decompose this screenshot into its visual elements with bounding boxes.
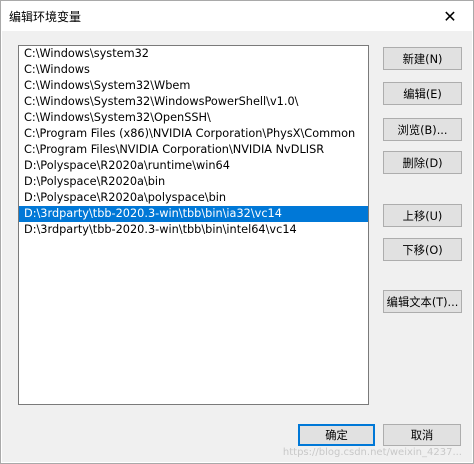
move-up-button[interactable]: 上移(U) bbox=[383, 204, 462, 227]
list-item[interactable]: C:\Windows\System32\OpenSSH\ bbox=[19, 110, 368, 126]
list-item[interactable]: D:\Polyspace\R2020a\bin bbox=[19, 174, 368, 190]
list-item[interactable]: C:\Program Files (x86)\NVIDIA Corporatio… bbox=[19, 126, 368, 142]
edit-env-var-dialog: 编辑环境变量 ✕ C:\Windows\system32 C:\Windows C:… bbox=[0, 0, 474, 464]
watermark: https://blog.csdn.net/weixin_4237... bbox=[282, 447, 462, 458]
new-button[interactable]: 新建(N) bbox=[383, 47, 462, 70]
list-item[interactable]: D:\3rdparty\tbb-2020.3-win\tbb\bin\intel… bbox=[19, 222, 368, 238]
dialog-body: C:\Windows\system32 C:\Windows C:\Windows\… bbox=[2, 31, 472, 462]
list-item[interactable]: C:\Windows bbox=[19, 62, 368, 78]
move-down-button[interactable]: 下移(O) bbox=[383, 238, 462, 261]
cancel-button[interactable]: 取消 bbox=[383, 424, 461, 446]
list-item[interactable]: D:\3rdparty\tbb-2020.3-win\tbb\bin\ia32\… bbox=[19, 206, 368, 222]
path-list[interactable]: C:\Windows\system32 C:\Windows C:\Windows\… bbox=[18, 45, 369, 405]
list-item[interactable]: C:\Windows\system32 bbox=[19, 46, 368, 62]
list-item[interactable]: C:\Windows\System32\WindowsPowerShell\v1… bbox=[19, 94, 368, 110]
browse-button[interactable]: 浏览(B)... bbox=[383, 118, 462, 141]
edit-text-button[interactable]: 编辑文本(T)... bbox=[383, 290, 462, 313]
list-item[interactable]: C:\Windows\System32\Wbem bbox=[19, 78, 368, 94]
delete-button[interactable]: 删除(D) bbox=[383, 151, 462, 174]
list-item[interactable]: D:\Polyspace\R2020a\runtime\win64 bbox=[19, 158, 368, 174]
close-icon[interactable]: ✕ bbox=[427, 1, 473, 31]
edit-button[interactable]: 编辑(E) bbox=[383, 82, 462, 105]
list-item[interactable]: D:\Polyspace\R2020a\polyspace\bin bbox=[19, 190, 368, 206]
dialog-title: 编辑环境变量 bbox=[9, 10, 82, 24]
ok-button[interactable]: 确定 bbox=[298, 424, 375, 446]
title-bar[interactable]: 编辑环境变量 ✕ bbox=[1, 1, 473, 31]
list-item[interactable]: C:\Program Files\NVIDIA Corporation\NVID… bbox=[19, 142, 368, 158]
